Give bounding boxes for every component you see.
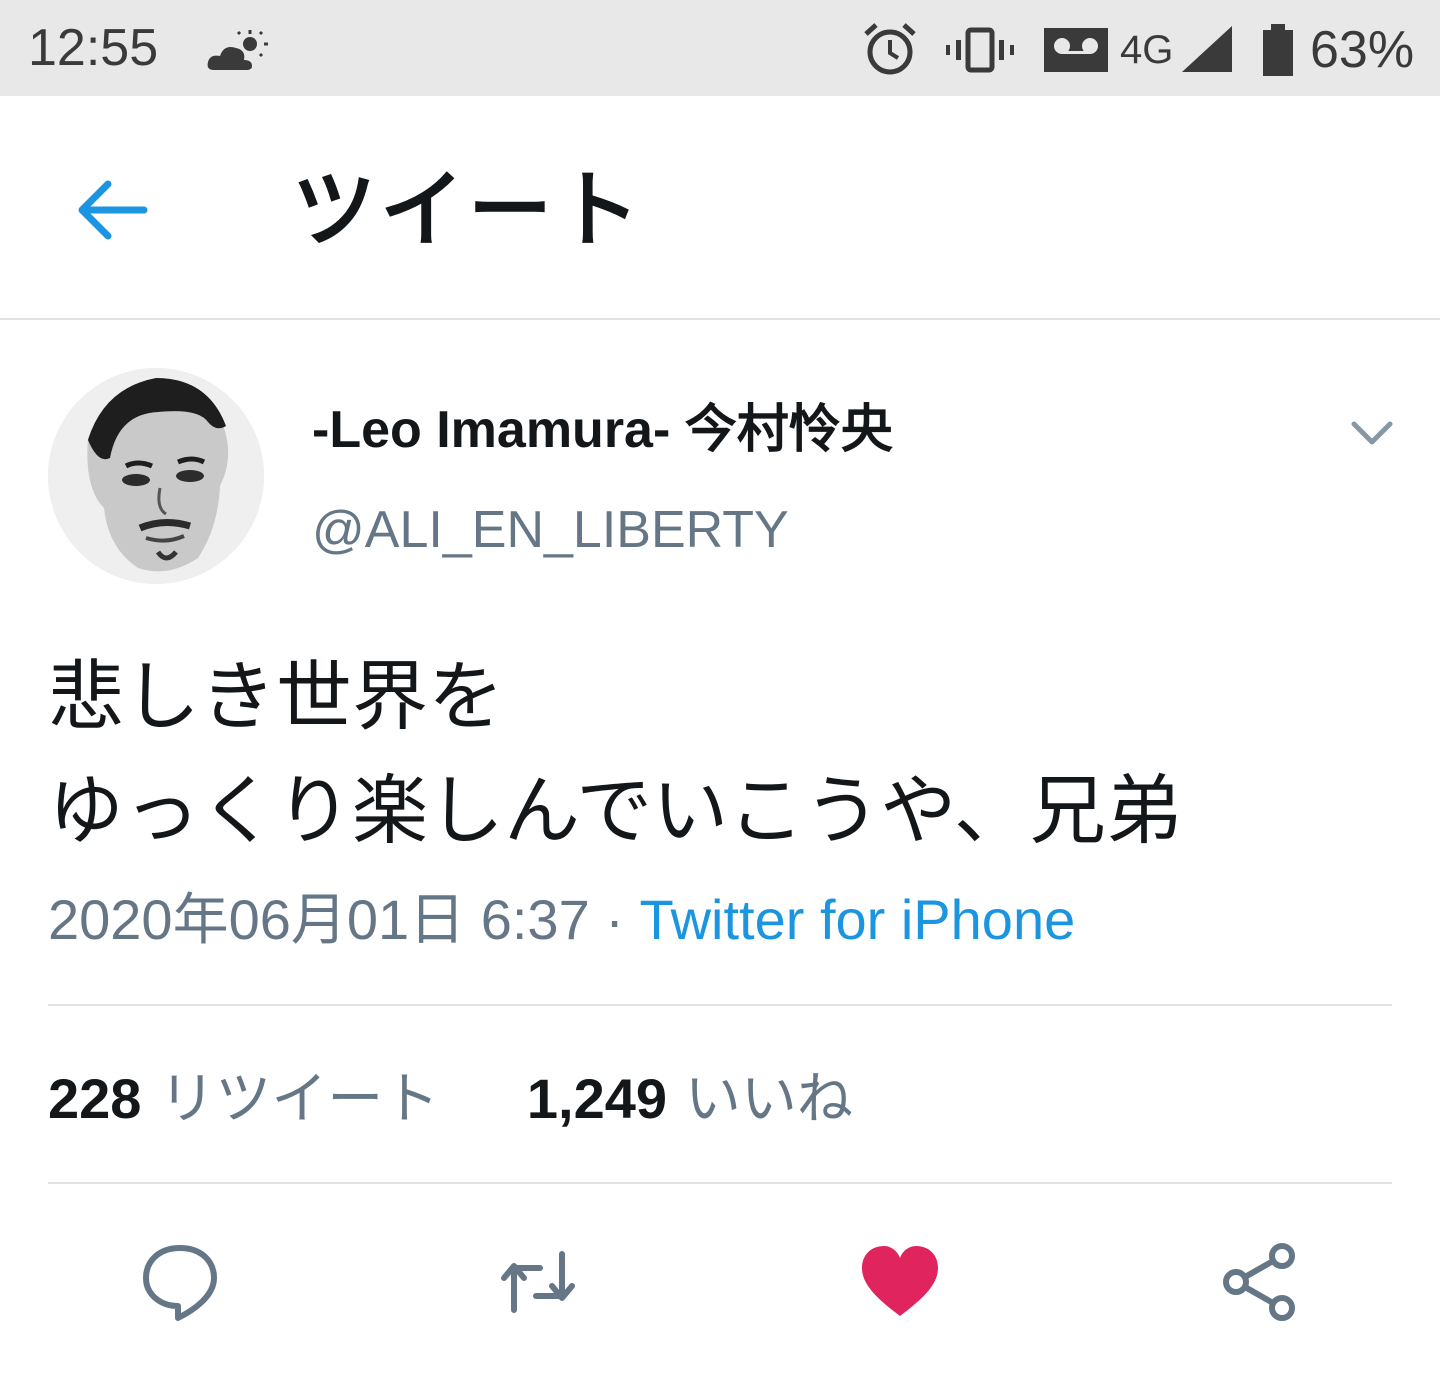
author-handle[interactable]: @ALI_EN_LIBERTY: [312, 500, 789, 560]
battery-icon: [1263, 24, 1293, 76]
divider: [48, 1182, 1392, 1184]
tweet-stats: 228 リツイート 1,249 いいね: [48, 1064, 853, 1135]
avatar-face-image: [48, 368, 264, 584]
retweet-icon[interactable]: [496, 1240, 580, 1324]
back-arrow-icon[interactable]: [70, 168, 154, 252]
author-name[interactable]: -Leo Imamura- 今村怜央: [312, 398, 893, 462]
retweets-stat[interactable]: 228 リツイート: [48, 1067, 457, 1132]
retweets-label: リツイート: [159, 1067, 440, 1132]
avatar[interactable]: [48, 368, 264, 584]
chevron-down-icon[interactable]: [1340, 400, 1404, 464]
tweet-text-line: 悲しき世界を: [48, 652, 504, 741]
meta-separator: ·: [589, 888, 640, 951]
voicemail-icon: [1044, 28, 1108, 72]
heart-icon[interactable]: [858, 1240, 942, 1324]
weather-cloud-sun-icon: [207, 30, 268, 70]
page-title: ツイート: [292, 161, 645, 259]
status-time: 12:55: [28, 19, 159, 77]
status-bar: 12:55 4G 63%: [0, 0, 1440, 96]
battery-percent: 63%: [1310, 21, 1415, 79]
signal-icon: [1182, 26, 1232, 72]
retweets-count: 228: [48, 1067, 142, 1130]
network-type: 4G: [1120, 28, 1174, 72]
app-header: ツイート: [0, 96, 1440, 320]
tweet-meta: 2020年06月01日 6:37 · Twitter for iPhone: [48, 888, 1075, 952]
vibrate-icon: [946, 27, 1014, 73]
tweet-date: 2020年06月01日 6:37: [48, 888, 590, 951]
likes-count: 1,249: [526, 1067, 668, 1130]
likes-label: いいね: [684, 1067, 853, 1132]
tweet-text: 悲しき世界を ゆっくり楽しんでいこうや、兄弟: [48, 640, 1408, 868]
tweet-text-line: ゆっくり楽しんでいこうや、兄弟: [48, 766, 1182, 855]
alarm-icon: [864, 23, 916, 75]
share-icon[interactable]: [1218, 1240, 1302, 1324]
tweet-source-link[interactable]: Twitter for iPhone: [639, 888, 1075, 951]
divider: [48, 1004, 1392, 1006]
likes-stat[interactable]: 1,249 いいね: [509, 1067, 853, 1132]
reply-icon[interactable]: [138, 1240, 222, 1324]
